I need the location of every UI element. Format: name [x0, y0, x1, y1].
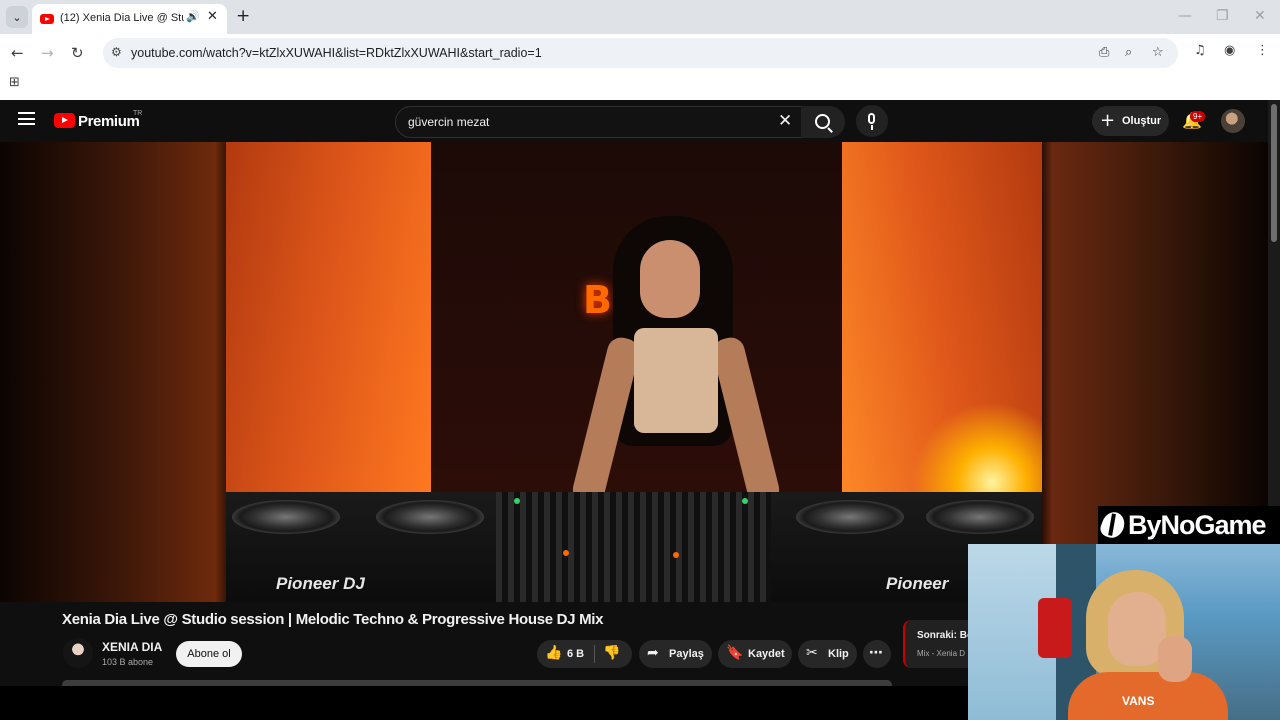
like-count[interactable]: 6 B — [567, 648, 584, 660]
media-icon[interactable]: ♫ — [1194, 43, 1206, 58]
subscribe-button[interactable]: Abone ol — [176, 641, 242, 667]
dj-performer — [569, 216, 783, 508]
new-tab-plus-icon[interactable]: + — [236, 6, 250, 26]
deck-brand-left: Pioneer DJ — [276, 574, 365, 593]
clip-label: Klip — [828, 648, 849, 660]
install-icon[interactable]: ⎙ — [1099, 45, 1109, 60]
webcam-overlay: VANS — [968, 544, 1280, 720]
up-next-title: Sonraki: Bo — [917, 630, 974, 641]
close-tab-icon[interactable]: ✕ — [207, 9, 218, 24]
active-tab[interactable]: (12) Xenia Dia Live @ Studio session | M… — [32, 4, 227, 34]
tab-title: (12) Xenia Dia Live @ Studio session | M… — [60, 12, 184, 24]
mic-icon[interactable] — [856, 105, 888, 137]
search-icon — [815, 114, 830, 129]
streamer-brand: ByNoGame — [1128, 510, 1267, 540]
hamburger-icon[interactable] — [18, 112, 35, 125]
tab-strip: ⌄ (12) Xenia Dia Live @ Studio session |… — [0, 0, 1280, 34]
jog-wheel-right — [796, 500, 904, 534]
jog-wheel-left-2 — [376, 500, 484, 534]
avatar[interactable] — [1221, 109, 1245, 133]
share-label: Paylaş — [669, 648, 704, 660]
youtube-brand[interactable]: Premium — [78, 113, 140, 130]
video-player[interactable]: B Pioneer DJ Pioneer — [226, 142, 1042, 602]
share-icon: ➦ — [647, 645, 659, 661]
save-label: Kaydet — [748, 648, 785, 660]
site-info-icon[interactable]: ⚙ — [111, 45, 122, 59]
dj-deck: Pioneer DJ Pioneer — [226, 492, 1042, 602]
minimize-icon[interactable]: — — [1178, 8, 1192, 24]
star-icon[interactable]: ☆ — [1152, 45, 1164, 60]
mixer-led — [673, 552, 679, 558]
channel-name[interactable]: XENIA DIA — [102, 640, 162, 654]
audio-icon[interactable]: 🔊 — [186, 10, 200, 23]
mixer-led — [742, 498, 748, 504]
more-actions-button[interactable]: ⋯ — [863, 640, 891, 668]
scissors-icon: ✂ — [806, 645, 818, 661]
video-title: Xenia Dia Live @ Studio session | Melodi… — [62, 611, 604, 628]
search-query[interactable]: güvercin mezat — [408, 115, 489, 129]
jog-wheel-right-2 — [926, 500, 1034, 534]
apps-icon[interactable]: ⊞ — [9, 75, 20, 90]
like-dislike-group: 👍 6 B 👎 — [537, 640, 632, 668]
window-close-icon[interactable]: ✕ — [1254, 8, 1266, 24]
zoom-icon[interactable]: ⌕ — [1125, 45, 1132, 60]
mixer — [496, 492, 771, 602]
like-divider — [594, 645, 595, 663]
dj-top — [634, 328, 718, 433]
menu-icon[interactable]: ⋮ — [1256, 43, 1269, 58]
streamer-hand — [1158, 636, 1192, 682]
address-bar[interactable]: ⚙ youtube.com/watch?v=ktZlxXUWAHI&list=R… — [103, 38, 1178, 68]
mixer-led — [514, 498, 520, 504]
clip-button[interactable]: ✂ Klip — [798, 640, 857, 668]
profile-icon[interactable]: ◉ — [1224, 43, 1235, 58]
deck-brand-right: Pioneer — [886, 574, 949, 593]
notification-badge: 9+ — [1190, 111, 1206, 122]
subscriber-count: 103 B abone — [102, 657, 154, 667]
more-icon: ⋯ — [869, 645, 883, 661]
jog-wheel-left — [232, 500, 340, 534]
bookmark-icon: 🔖 — [726, 645, 744, 661]
create-button[interactable]: + Oluştur — [1092, 106, 1169, 136]
save-button[interactable]: 🔖 Kaydet — [718, 640, 792, 668]
up-next-subtitle: Mix - Xenia D — [917, 649, 966, 658]
youtube-logo-icon[interactable] — [54, 113, 75, 128]
browser-toolbar: ← → ↻ ⚙ youtube.com/watch?v=ktZlxXUWAHI&… — [0, 34, 1280, 100]
plus-icon: + — [1100, 110, 1116, 131]
url-text[interactable]: youtube.com/watch?v=ktZlxXUWAHI&list=RDk… — [131, 46, 542, 60]
brand-logo-icon — [1098, 509, 1128, 541]
create-label: Oluştur — [1122, 115, 1162, 127]
youtube-header: Premium TR güvercin mezat ✕ + Oluştur 🔔 … — [0, 100, 1268, 142]
country-code: TR — [133, 110, 143, 117]
dislike-icon[interactable]: 👎 — [603, 645, 620, 661]
reload-icon[interactable]: ↻ — [71, 44, 84, 62]
streamer-brand-overlay: ByNoGame — [1098, 506, 1280, 544]
mixer-led — [563, 550, 569, 556]
back-icon[interactable]: ← — [11, 44, 24, 62]
forward-icon[interactable]: → — [41, 44, 54, 62]
share-button[interactable]: ➦ Paylaş — [639, 640, 712, 668]
channel-avatar[interactable] — [63, 638, 93, 668]
dj-face — [640, 240, 700, 318]
like-icon[interactable]: 👍 — [545, 645, 562, 661]
youtube-favicon-icon — [40, 14, 54, 24]
tab-list-icon[interactable]: ⌄ — [6, 6, 28, 28]
clear-search-icon[interactable]: ✕ — [778, 111, 792, 131]
left-wall — [226, 142, 431, 522]
hoodie-text: VANS — [1122, 694, 1155, 708]
maximize-icon[interactable]: ❐ — [1216, 8, 1229, 24]
scrollbar-thumb[interactable] — [1271, 104, 1277, 242]
search-input[interactable]: güvercin mezat ✕ — [395, 106, 803, 138]
search-button[interactable] — [801, 106, 845, 138]
microphone — [1038, 598, 1072, 658]
